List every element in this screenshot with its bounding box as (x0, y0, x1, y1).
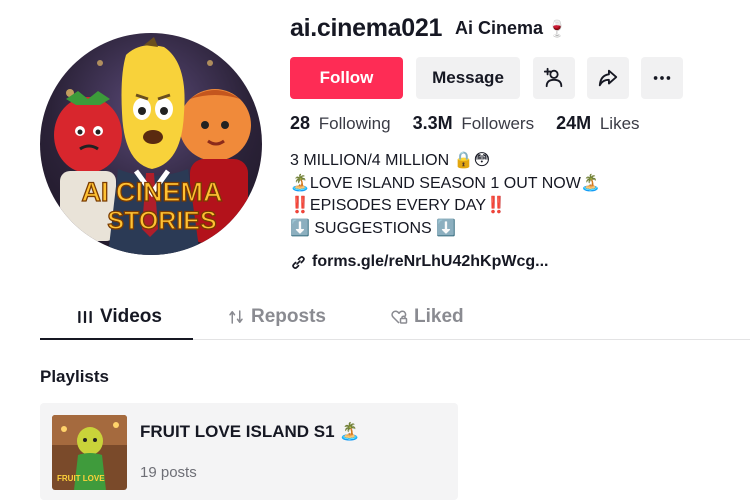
bio-line: ‼️EPISODES EVERY DAY‼️ (290, 197, 506, 214)
bio-line: 🏝️LOVE ISLAND SEASON 1 OUT NOW🏝️ (290, 174, 601, 192)
nickname-emoji: 🍷 (547, 21, 567, 38)
add-user-icon (543, 67, 563, 88)
profile-stats: 28 Following 3.3M Followers 24M Likes (290, 113, 662, 134)
stat-followers[interactable]: 3.3M Followers (413, 113, 535, 134)
more-button[interactable] (641, 57, 683, 99)
add-user-button[interactable] (533, 57, 575, 99)
likes-label: Likes (599, 114, 640, 133)
following-count: 28 (290, 113, 311, 133)
tab-reposts[interactable]: Reposts (227, 306, 326, 328)
avatar[interactable]: AI CINEMA STORIES (40, 33, 262, 255)
link-icon (292, 255, 305, 269)
likes-count: 24M (556, 113, 592, 133)
heart-lock-icon (391, 310, 408, 324)
playlist-post-count: 19 posts (140, 464, 197, 481)
share-button[interactable] (587, 57, 629, 99)
nickname: Ai Cinema 🍷 (455, 18, 567, 39)
stat-following[interactable]: 28 Following (290, 113, 391, 134)
bio-link[interactable]: forms.gle/reNrLhU42hKpWcg... (290, 253, 548, 271)
bio-line: ⬇️ SUGGESTIONS ⬇️ (290, 219, 457, 237)
active-tab-indicator (40, 338, 193, 340)
repost-icon (229, 310, 243, 324)
playlist-title: FRUIT LOVE ISLAND S1 🏝️ (140, 422, 361, 441)
playlists-title: Playlists (40, 367, 109, 386)
avatar-title-line2: STORIES (107, 207, 216, 235)
following-label: Following (318, 114, 391, 133)
share-icon (598, 69, 618, 87)
profile-tabs: Videos Reposts Liked (40, 296, 750, 340)
playlist-card[interactable]: FRUIT LOVE FRUIT LOVE ISLAND S1 🏝️ 19 po… (40, 403, 458, 500)
tab-videos[interactable]: Videos (76, 306, 162, 328)
nickname-text: Ai Cinema (455, 18, 544, 38)
bio-link-text: forms.gle/reNrLhU42hKpWcg... (312, 253, 549, 270)
avatar-title-line1: AI CINEMA (82, 177, 223, 207)
grid-bars-icon (78, 311, 92, 323)
playlist-thumbnail-image: FRUIT LOVE (52, 415, 127, 490)
username: ai.cinema021 (290, 14, 443, 42)
tab-videos-label: Videos (100, 306, 162, 327)
tab-liked-label: Liked (414, 306, 464, 327)
message-button[interactable]: Message (416, 57, 520, 99)
tab-reposts-label: Reposts (251, 306, 326, 327)
followers-label: Followers (461, 114, 535, 133)
follow-button[interactable]: Follow (290, 57, 403, 99)
profile-page: AI CINEMA STORIES ai.cinema021 Ai Cinema… (0, 0, 750, 500)
bio-line: 3 MILLION/4 MILLION 🔒😳 (290, 152, 491, 169)
followers-count: 3.3M (412, 113, 453, 133)
bio: 3 MILLION/4 MILLION 🔒😳 🏝️LOVE ISLAND SEA… (290, 150, 601, 240)
tab-liked[interactable]: Liked (390, 306, 464, 328)
playlist-thumbnail: FRUIT LOVE (52, 415, 127, 490)
stat-likes: 24M Likes (556, 113, 639, 134)
avatar-image: AI CINEMA STORIES (54, 37, 251, 255)
more-dots-icon (653, 76, 671, 80)
thumbnail-caption: FRUIT LOVE (57, 474, 105, 483)
